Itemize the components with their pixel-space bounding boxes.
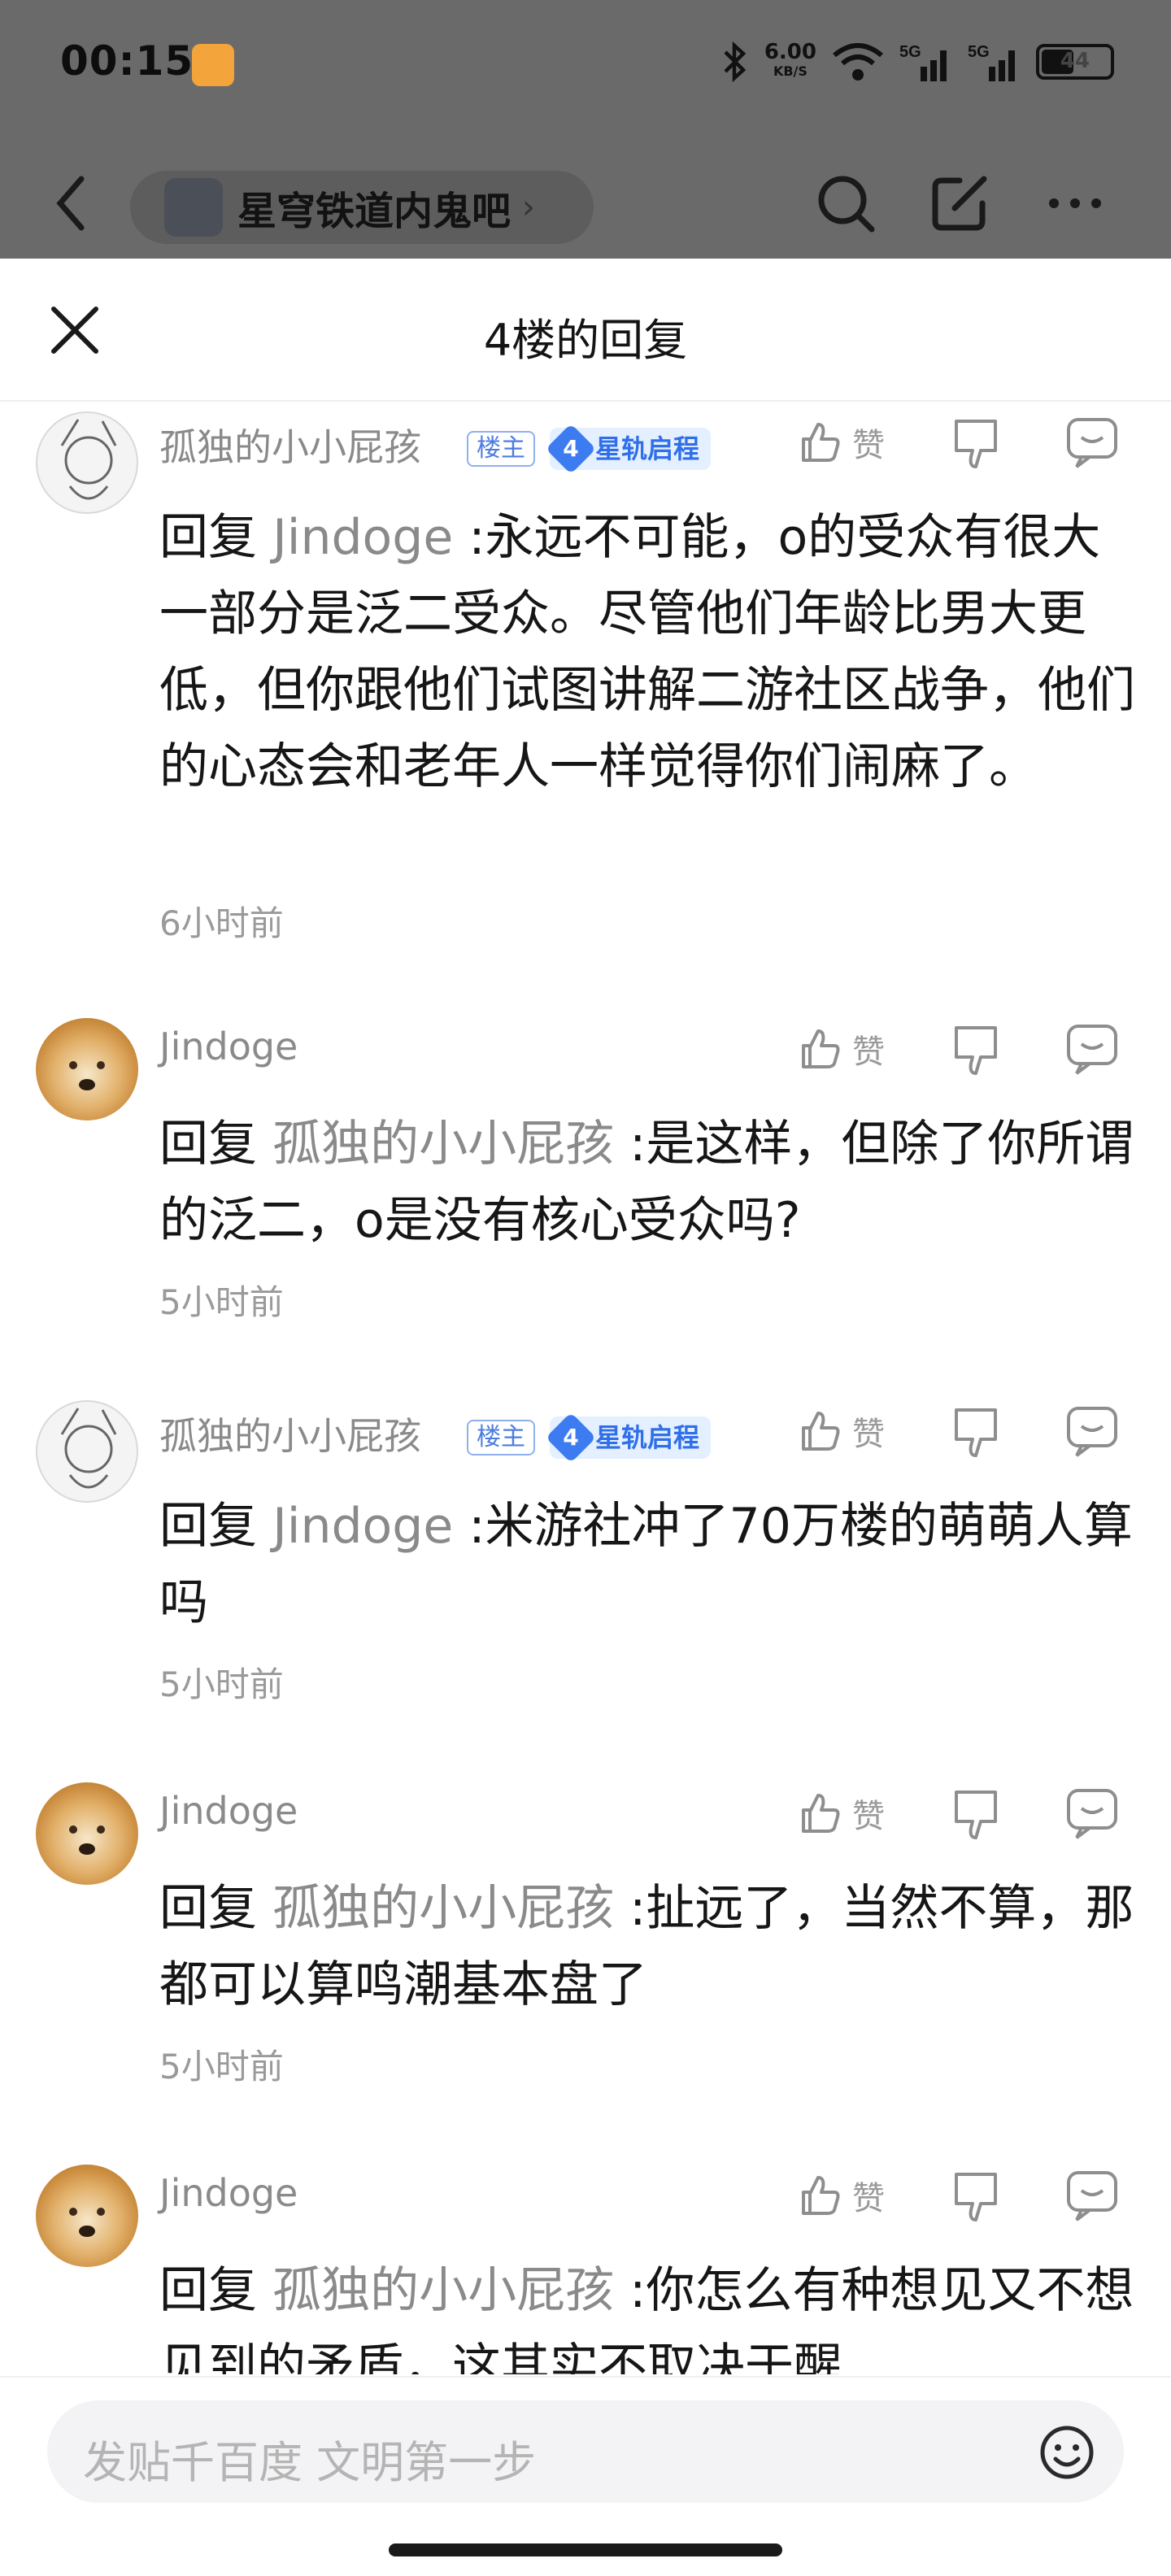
thumbs-down-icon[interactable] (951, 1399, 1000, 1464)
level-badge: 4 星轨启程 (545, 1412, 712, 1464)
wifi-icon (833, 43, 883, 80)
bluetooth-icon (724, 41, 747, 83)
mention-link[interactable]: Jindoge (272, 1498, 453, 1555)
owner-badge: 楼主 (467, 431, 535, 467)
back-icon[interactable] (47, 171, 96, 236)
emoji-icon[interactable] (1038, 2423, 1096, 2482)
username[interactable]: Jindoge (159, 2171, 298, 2215)
more-icon[interactable] (1043, 171, 1108, 236)
thumbs-down-icon[interactable] (951, 1781, 1000, 1846)
mention-link[interactable]: 孤独的小小屁孩 (272, 2262, 614, 2319)
composer-bar: 发贴千百度 文明第一步 (0, 2376, 1171, 2576)
background-overlay: 00:15 6.00 KB/S 5G 5G 44 星穹铁道内鬼吧 › (0, 0, 1171, 259)
svg-text:5G: 5G (968, 43, 990, 61)
reply-input-placeholder: 发贴千百度 文明第一步 (83, 2437, 537, 2488)
avatar[interactable] (36, 2165, 138, 2267)
like-button[interactable]: 赞 (797, 1781, 885, 1846)
reply-sheet: 4楼的回复 孤独的小小屁孩 楼主 4 星轨启程 赞 回复 Jindoge :永远不… (0, 259, 1171, 2576)
avatar[interactable] (36, 1018, 138, 1120)
avatar[interactable] (36, 1400, 138, 1503)
status-time: 00:15 (60, 37, 194, 85)
signal-5g-icon-2: 5G (968, 43, 1015, 81)
comment-icon[interactable] (1065, 2163, 1119, 2228)
reply-input[interactable]: 发贴千百度 文明第一步 (47, 2400, 1124, 2503)
forum-avatar (164, 178, 223, 237)
status-bar: 00:15 6.00 KB/S 5G 5G 44 (0, 0, 1171, 130)
reply-content: 回复 孤独的小小屁孩 :扯远了，当然不算，那都可以算鸣潮基本盘了 (159, 1870, 1135, 2023)
reply-time: 6小时前 (159, 903, 284, 943)
mention-link[interactable]: Jindoge (272, 509, 453, 566)
reply-prefix: 回复 (159, 509, 257, 566)
sheet-title: 4楼的回复 (483, 315, 688, 366)
thumbs-up-icon (802, 2176, 840, 2215)
thumbs-up-icon (802, 423, 840, 462)
mention-link[interactable]: 孤独的小小屁孩 (272, 1880, 614, 1937)
nav-bar: 星穹铁道内鬼吧 › (0, 146, 1171, 260)
reply-item: Jindoge 赞 回复 孤独的小小屁孩 :你怎么有种想见又不想见到的矛盾，这其… (0, 2161, 1171, 2374)
reply-content: 回复 孤独的小小屁孩 :你怎么有种想见又不想见到的矛盾，这其实不取决于醒 (159, 2252, 1135, 2374)
mention-link[interactable]: 孤独的小小屁孩 (272, 1116, 614, 1173)
reply-content: 回复 Jindoge :米游社冲了70万楼的萌萌人算吗 (159, 1488, 1135, 1641)
comment-icon[interactable] (1065, 1399, 1119, 1464)
share-icon[interactable] (927, 171, 992, 236)
thumbs-up-icon (802, 1794, 840, 1833)
like-button[interactable]: 赞 (797, 2163, 885, 2228)
reply-prefix: 回复 (159, 2262, 257, 2319)
forum-link[interactable]: 星穹铁道内鬼吧 › (130, 171, 594, 244)
chevron-right-icon: › (522, 189, 536, 226)
reply-time: 5小时前 (159, 1282, 284, 1322)
avatar[interactable] (36, 1782, 138, 1885)
reply-prefix: 回复 (159, 1880, 257, 1937)
avatar[interactable] (36, 411, 138, 514)
home-indicator (389, 2543, 782, 2556)
thumbs-up-icon (802, 1029, 840, 1068)
status-icons: 6.00 KB/S 5G 5G 44 (720, 37, 1114, 86)
owner-badge: 楼主 (467, 1420, 535, 1456)
comment-icon[interactable] (1065, 1781, 1119, 1846)
reply-content: 回复 Jindoge :永远不可能，o的受众有很大一部分是泛二受众。尽管他们年龄… (159, 499, 1135, 805)
svg-text:5G: 5G (899, 43, 921, 61)
username[interactable]: 孤独的小小屁孩 (159, 1407, 421, 1460)
username[interactable]: Jindoge (159, 1025, 298, 1068)
app-notification-icon (192, 44, 234, 86)
reply-content: 回复 孤独的小小屁孩 :是这样，但除了你所谓的泛二，o是没有核心受众吗? (159, 1106, 1135, 1259)
search-icon[interactable] (813, 171, 878, 236)
thumbs-up-icon (802, 1412, 840, 1451)
username[interactable]: 孤独的小小屁孩 (159, 418, 421, 472)
thumbs-down-icon[interactable] (951, 1016, 1000, 1081)
forum-name: 星穹铁道内鬼吧 (237, 189, 511, 234)
reply-prefix: 回复 (159, 1498, 257, 1555)
battery-icon: 44 (1036, 44, 1114, 80)
thumbs-down-icon[interactable] (951, 410, 1000, 475)
level-badge: 4 星轨启程 (545, 423, 712, 475)
comment-icon[interactable] (1065, 410, 1119, 475)
reply-time: 5小时前 (159, 2047, 284, 2086)
net-speed: 6.00 KB/S (764, 40, 816, 79)
like-button[interactable]: 赞 (797, 1399, 885, 1464)
sheet-header: 4楼的回复 (0, 259, 1171, 402)
like-button[interactable]: 赞 (797, 1016, 885, 1081)
comment-icon[interactable] (1065, 1016, 1119, 1081)
username[interactable]: Jindoge (159, 1789, 298, 1833)
like-button[interactable]: 赞 (797, 410, 885, 475)
signal-5g-icon: 5G (899, 43, 947, 81)
thumbs-down-icon[interactable] (951, 2163, 1000, 2228)
reply-time: 5小时前 (159, 1664, 284, 1704)
reply-prefix: 回复 (159, 1116, 257, 1173)
